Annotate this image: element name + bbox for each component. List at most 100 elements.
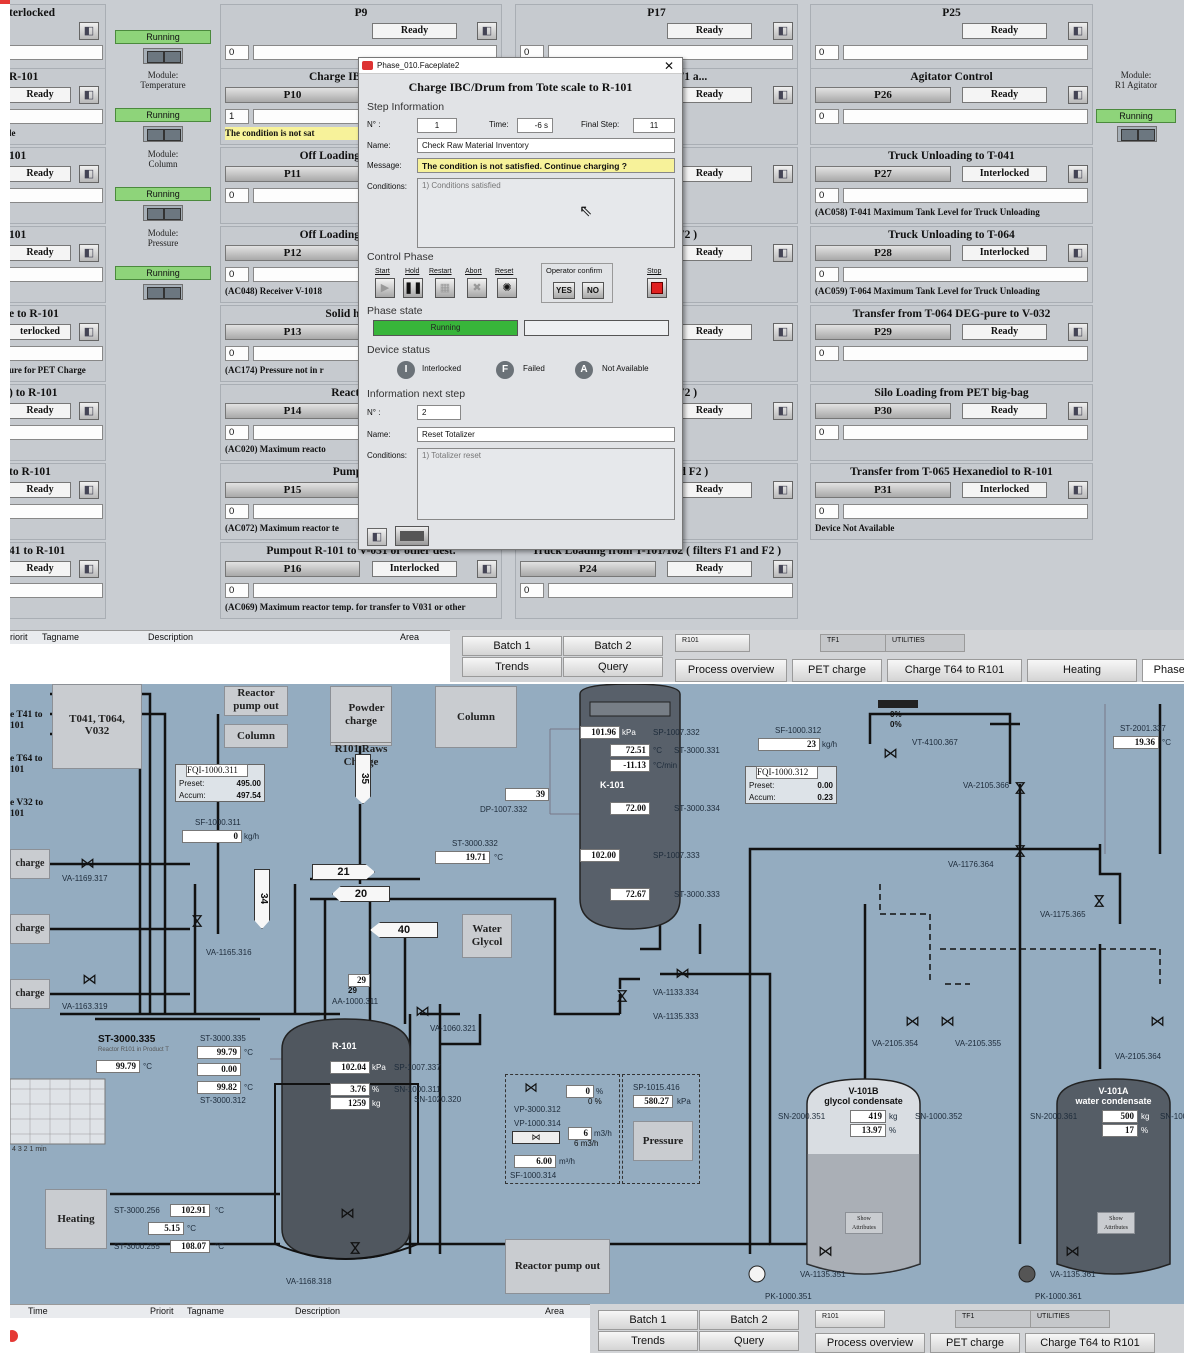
faceplate-icon[interactable]: ◧	[79, 481, 99, 499]
phase-card[interactable]: Agitator Control P26 Ready ◧ 0	[810, 68, 1093, 145]
faceplate-icon[interactable]: ◧	[773, 86, 793, 104]
left-list-item-t64[interactable]: e T64 to 101	[10, 754, 52, 776]
phase-id-button[interactable]: P30	[815, 403, 951, 419]
area-tab-r101[interactable]: R101	[675, 634, 750, 652]
phase-card-partial[interactable]: 101 Ready ◧	[10, 226, 106, 303]
phase-card-partial[interactable]: 101 Ready ◧	[10, 147, 106, 224]
nav-pet-charge[interactable]: PET charge	[792, 659, 882, 682]
start-button[interactable]: ▶	[375, 278, 395, 298]
valve-1135-icon[interactable]: ⋈	[614, 989, 632, 1004]
valve-1168-icon[interactable]: ⋈	[347, 1241, 365, 1256]
agitator-module-buttons[interactable]	[1117, 126, 1157, 142]
phase-id-button[interactable]: P16	[225, 561, 360, 577]
faceplate-icon[interactable]: ◧	[773, 22, 793, 40]
pressure-button[interactable]: Pressure	[633, 1121, 693, 1161]
faceplate-icon[interactable]: ◧	[367, 528, 387, 546]
faceplate-icon[interactable]: ◧	[79, 560, 99, 578]
module-buttons[interactable]	[143, 205, 183, 221]
faceplate-button[interactable]	[395, 526, 429, 546]
phase-id-button[interactable]: P10	[225, 87, 360, 103]
phase-id-button[interactable]: P27	[815, 166, 951, 182]
faceplate-icon[interactable]: ◧	[1068, 402, 1088, 420]
area-tab-utilities[interactable]: UTILITIES	[885, 634, 965, 652]
faceplate-icon[interactable]: ◧	[79, 402, 99, 420]
valve-2105-355-icon[interactable]: ⋈	[940, 1012, 955, 1030]
faceplate-icon[interactable]: ◧	[79, 86, 99, 104]
column-button[interactable]: Column	[224, 724, 288, 748]
no-button[interactable]: NO	[582, 282, 604, 299]
valve-1175-icon[interactable]: ⋈	[1091, 894, 1109, 909]
faceplate-icon[interactable]: ◧	[773, 481, 793, 499]
phase-card[interactable]: Transfer from T-065 Hexanediol to R-101 P…	[810, 463, 1093, 540]
phase-card-partial[interactable]: e to R-101 terlocked ◧ ure for PET Charge	[10, 305, 106, 382]
phase-id-button[interactable]: P28	[815, 245, 951, 261]
phase-card[interactable]: Truck Loading from T-101/102 ( filters F…	[515, 542, 798, 619]
vp-1000-valve-icon[interactable]: ⋈	[512, 1131, 560, 1144]
faceplate-icon[interactable]: ◧	[773, 402, 793, 420]
charge-button-2[interactable]: charge	[10, 914, 50, 944]
area-tab-utilities-b[interactable]: UTILITIES	[1030, 1310, 1110, 1328]
faceplate-icon[interactable]: ◧	[773, 323, 793, 341]
vp-3000-valve-icon[interactable]: ⋈	[524, 1079, 538, 1096]
trends-tab[interactable]: Trends	[462, 657, 562, 677]
charge-button-1[interactable]: charge	[10, 849, 50, 879]
hold-button[interactable]: ❚❚	[403, 278, 423, 298]
phase-id-button[interactable]: P31	[815, 482, 951, 498]
charge-button-3[interactable]: charge	[10, 979, 50, 1009]
nav-phases[interactable]: Phases	[1142, 659, 1184, 682]
module-buttons[interactable]	[143, 48, 183, 64]
batch2-tab[interactable]: Batch 2	[563, 636, 663, 656]
query-tab-b[interactable]: Query	[699, 1331, 799, 1351]
phase-card-partial[interactable]: ) to R-101 Ready ◧	[10, 384, 106, 461]
trends-tab-b[interactable]: Trends	[598, 1331, 698, 1351]
faceplate-icon[interactable]: ◧	[79, 22, 99, 40]
module-buttons[interactable]	[143, 284, 183, 300]
nav-process-overview[interactable]: Process overview	[675, 659, 787, 682]
phase-card-partial[interactable]: 41 to R-101 Ready ◧	[10, 542, 106, 619]
phase-card[interactable]: Silo Loading from PET big-bag P30 Ready ◧ 0	[810, 384, 1093, 461]
area-tab-tf1[interactable]: TF1	[820, 634, 895, 652]
valve-2105-364-icon[interactable]: ⋈	[1150, 1012, 1165, 1030]
phase-card[interactable]: Truck Unloading to T-064 P28 Interlocked ◧ 0…	[810, 226, 1093, 303]
valve-1135-361-icon[interactable]: ⋈	[1065, 1242, 1080, 1260]
faceplate-icon[interactable]: ◧	[773, 165, 793, 183]
valve-1169-icon[interactable]: ⋈	[80, 854, 95, 872]
phase-id-button[interactable]: P24	[520, 561, 656, 577]
phase-card-partial[interactable]: to R-101 Ready ◧	[10, 463, 106, 540]
agitator-icon[interactable]: ⋈	[340, 1204, 355, 1222]
reactor-pump-out-button[interactable]: Reactor pump out	[505, 1239, 610, 1294]
faceplate-icon[interactable]: ◧	[79, 165, 99, 183]
stop-button[interactable]	[647, 278, 667, 298]
valve-2105-366-icon[interactable]: ⋈	[1012, 781, 1030, 796]
reactor-pump-out-box[interactable]: Reactor pump out	[224, 686, 288, 716]
area-tab-tf1-b[interactable]: TF1	[955, 1310, 1035, 1328]
water-glycol-box[interactable]: Water Glycol	[462, 914, 512, 958]
left-list-item-v32[interactable]: e V32 to 101	[10, 798, 52, 820]
faceplate-icon[interactable]: ◧	[79, 323, 99, 341]
module-buttons[interactable]	[143, 126, 183, 142]
phase-id-button[interactable]: P13	[225, 324, 360, 340]
valve-1133-icon[interactable]: ⋈	[675, 964, 690, 982]
close-icon[interactable]: ✕	[664, 58, 674, 74]
faceplate-icon[interactable]: ◧	[1068, 165, 1088, 183]
phase-card[interactable]: Transfer from T-064 DEG-pure to V-032 P29…	[810, 305, 1093, 382]
heating-button[interactable]: Heating	[45, 1189, 107, 1249]
batch1-tab-b[interactable]: Batch 1	[598, 1310, 698, 1330]
nav-charge-t64-b[interactable]: Charge T64 to R101	[1025, 1333, 1155, 1353]
faceplate-icon[interactable]: ◧	[1068, 86, 1088, 104]
faceplate-icon[interactable]: ◧	[79, 244, 99, 262]
v101b-show-attributes[interactable]: Show Attributes	[845, 1212, 883, 1234]
restart-button[interactable]: ▦	[435, 278, 455, 298]
phase-card[interactable]: Pumpout R-101 to V-031 or other dest. P16…	[220, 542, 502, 619]
valve-1060-icon[interactable]: ⋈	[415, 1002, 430, 1020]
faceplate-icon[interactable]: ◧	[1068, 481, 1088, 499]
valve-1135-351-icon[interactable]: ⋈	[818, 1242, 833, 1260]
yes-button[interactable]: YES	[553, 282, 575, 299]
nav-charge-t64[interactable]: Charge T64 to R101	[887, 659, 1022, 682]
valve-2105-354-icon[interactable]: ⋈	[905, 1012, 920, 1030]
nav-pet-charge-b[interactable]: PET charge	[930, 1333, 1020, 1353]
phase-id-button[interactable]: P15	[225, 482, 360, 498]
bottom-alarm-list[interactable]	[10, 1318, 590, 1353]
valve-4100-icon[interactable]: ⋈	[883, 744, 898, 762]
phase-card-partial[interactable]: R-101 Ready ◧ le	[10, 68, 106, 145]
